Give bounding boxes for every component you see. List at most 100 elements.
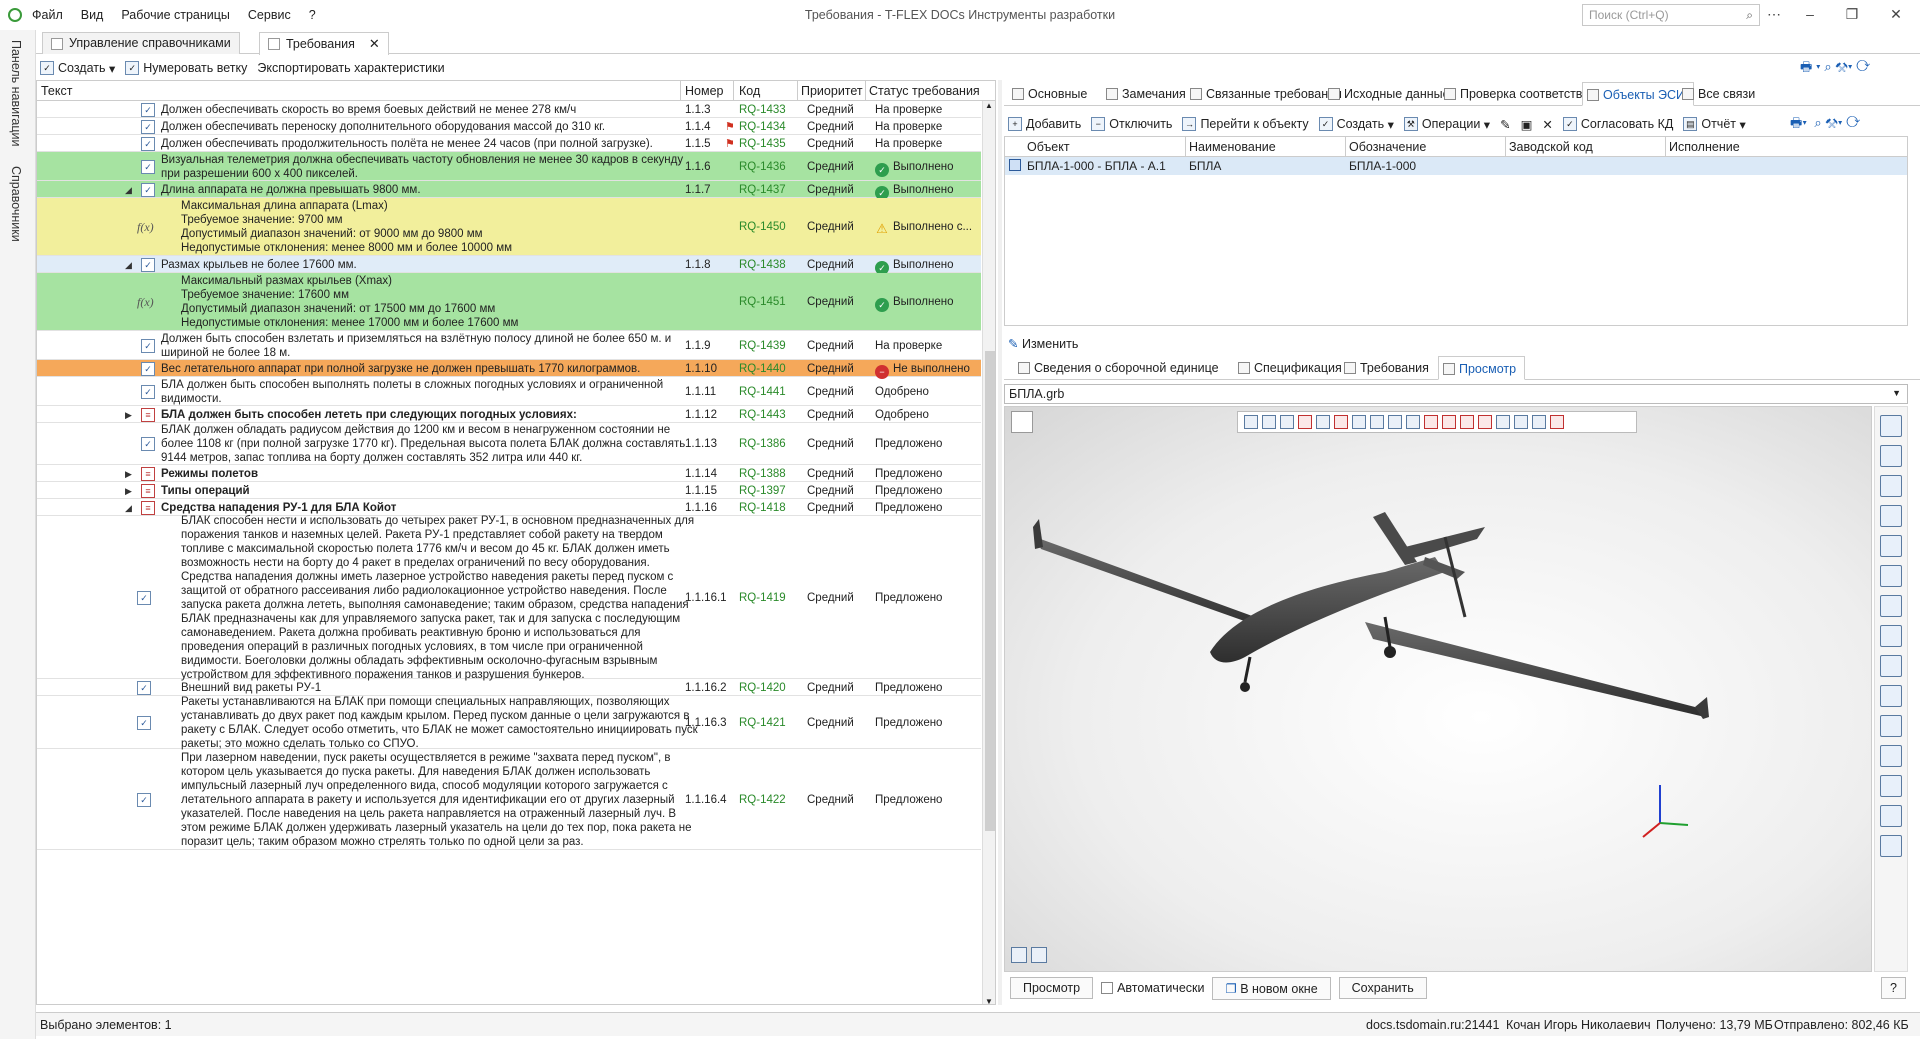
tab-assembly-info[interactable]: Сведения о сборочной единице <box>1014 356 1227 380</box>
more-icon[interactable]: ⋯ <box>1764 6 1784 23</box>
restore-button[interactable]: ❐ <box>1842 6 1862 23</box>
requirement-code[interactable]: RQ-1438 <box>739 258 786 272</box>
menu-file[interactable]: Файл <box>32 8 63 22</box>
close-button[interactable]: ✕ <box>1886 6 1906 23</box>
expand-icon[interactable]: ▶ <box>125 467 132 481</box>
requirement-code[interactable]: RQ-1421 <box>739 716 786 730</box>
zoom-icon[interactable] <box>1880 475 1902 497</box>
wireframe-icon[interactable] <box>1880 715 1902 737</box>
column-priority[interactable]: Приоритет <box>801 84 863 98</box>
settings-icon[interactable]: ⚒ <box>1835 59 1848 74</box>
column-code[interactable]: Код <box>739 84 760 98</box>
scroll-up-icon[interactable]: ▲ <box>985 101 993 110</box>
settings-icon[interactable]: ⚒ <box>1825 115 1838 130</box>
tab-main[interactable]: Основные <box>1008 82 1095 106</box>
table-row[interactable]: ✓ БЛА должен быть способен выполнять поле… <box>37 377 981 406</box>
goto-button[interactable]: → Перейти к объекту <box>1182 117 1309 131</box>
expand-icon[interactable]: ◢ <box>125 183 132 197</box>
requirement-code[interactable]: RQ-1418 <box>739 501 786 515</box>
print-icon[interactable]: 🖶 <box>1790 115 1802 130</box>
shade-icon[interactable] <box>1880 775 1902 797</box>
references-tab[interactable]: Справочники <box>9 166 23 242</box>
number-branch-button[interactable]: ✓ Нумеровать ветку <box>125 61 247 75</box>
requirement-code[interactable]: RQ-1420 <box>739 681 786 695</box>
refresh-icon[interactable]: ⟳ <box>1856 59 1870 74</box>
table-row[interactable]: ▶ ≡ Типы операций 1.1.15 RQ-1397 Средний Предл… <box>37 482 981 499</box>
agree-kd-button[interactable]: ✓ Согласовать КД <box>1562 117 1673 131</box>
table-row[interactable]: ✓ Должен обеспечивать скорость во время б… <box>37 101 981 118</box>
pan-icon[interactable] <box>1880 565 1902 587</box>
cube-check-icon[interactable] <box>1880 655 1902 677</box>
column-factory-code[interactable]: Заводской код <box>1509 140 1593 154</box>
refresh-icon[interactable]: ⟳ <box>1846 115 1860 130</box>
render-icon[interactable] <box>1880 805 1902 827</box>
create-object-button[interactable]: ✓ Создать ▾ <box>1318 117 1394 132</box>
tab-reference-management[interactable]: Управление справочниками <box>42 32 240 54</box>
plane-icon[interactable] <box>1880 685 1902 707</box>
requirement-code[interactable]: RQ-1386 <box>739 437 786 451</box>
grid-scrollbar[interactable]: ▲ ▼ <box>982 101 995 1004</box>
table-row[interactable]: ✓ Должен обеспечивать продолжительность п… <box>37 135 981 152</box>
find-icon[interactable]: ⌕ <box>1814 115 1821 130</box>
panels-icon[interactable] <box>1880 415 1902 437</box>
menu-workpages[interactable]: Рабочие страницы <box>121 8 230 22</box>
delete-icon[interactable]: ✕ <box>1542 117 1552 132</box>
menu-service[interactable]: Сервис <box>248 8 291 22</box>
requirement-code[interactable]: RQ-1435 <box>739 137 786 151</box>
table-row[interactable]: БПЛА-1-000 - БПЛА - А.1 БПЛА БПЛА-1-000 <box>1005 157 1907 175</box>
table-row[interactable]: ▶ ≡ Режимы полетов 1.1.14 RQ-1388 Средний Пред… <box>37 465 981 482</box>
requirement-code[interactable]: RQ-1443 <box>739 408 786 422</box>
panel-splitter[interactable] <box>998 80 1002 1005</box>
table-row[interactable]: ✓ Визуальная телеметрия должна обеспечива… <box>37 152 981 181</box>
column-name[interactable]: Наименование <box>1189 140 1276 154</box>
table-row[interactable]: ✓ Должен обеспечивать переноску дополните… <box>37 118 981 135</box>
requirement-code[interactable]: RQ-1434 <box>739 120 786 134</box>
export-button[interactable]: Экспортировать характеристики <box>257 61 444 75</box>
edit-icon[interactable]: ✎ <box>1500 117 1510 132</box>
tab-specification[interactable]: Спецификация <box>1234 356 1350 380</box>
table-row[interactable]: f(x) Максимальный размах крыльев (Xmax) Т… <box>37 273 981 331</box>
close-tab-icon[interactable]: ✕ <box>369 36 380 51</box>
tab-all-links[interactable]: Все связи <box>1678 82 1763 106</box>
operations-button[interactable]: ⚒ Операции ▾ <box>1403 117 1490 132</box>
add-button[interactable]: + Добавить <box>1008 117 1081 131</box>
column-status[interactable]: Статус требования <box>869 84 980 98</box>
table-row[interactable]: ✓ Внешний вид ракеты РУ-1 1.1.16.2 RQ-1420 С… <box>37 679 981 696</box>
requirement-code[interactable]: RQ-1397 <box>739 484 786 498</box>
table-row[interactable]: ✓ БЛАК способен нести и использовать до ч… <box>37 515 981 681</box>
requirement-code[interactable]: RQ-1439 <box>739 339 786 353</box>
column-designation[interactable]: Обозначение <box>1349 140 1426 154</box>
menu-view[interactable]: Вид <box>81 8 104 22</box>
auto-checkbox[interactable]: Автоматически <box>1101 981 1204 995</box>
new-window-button[interactable]: ❐ В новом окне <box>1212 976 1331 1000</box>
help-button[interactable]: ? <box>1881 977 1906 999</box>
tab-source-data[interactable]: Исходные данные <box>1324 82 1458 106</box>
table-row[interactable]: ▶ ≡ БЛА должен быть способен лететь при сл… <box>37 406 981 423</box>
save-button[interactable]: Сохранить <box>1338 977 1427 999</box>
minimize-button[interactable]: – <box>1800 6 1820 22</box>
requirement-code[interactable]: RQ-1419 <box>739 591 786 605</box>
create-button[interactable]: ✓ Создать ▾ <box>40 61 115 76</box>
requirement-code[interactable]: RQ-1388 <box>739 467 786 481</box>
table-row[interactable]: ◢ ✓ Размах крыльев не более 17600 мм. 1.1.8… <box>37 256 981 275</box>
column-text[interactable]: Текст <box>41 84 72 98</box>
search-input[interactable]: Поиск (Ctrl+Q) ⌕ <box>1582 4 1760 26</box>
tab-bottom-requirements[interactable]: Требования <box>1340 356 1437 380</box>
cube-icon[interactable] <box>1880 625 1902 647</box>
edit-button[interactable]: ✎ Изменить <box>1008 336 1078 351</box>
requirement-code[interactable]: RQ-1440 <box>739 362 786 376</box>
tab-compliance[interactable]: Проверка соответствия <box>1440 82 1604 106</box>
save-icon[interactable]: ▣ <box>1521 117 1533 132</box>
table-row[interactable]: ✓ БЛАК должен обладать радиусом действия … <box>37 423 981 465</box>
requirement-code[interactable]: RQ-1441 <box>739 385 786 399</box>
tab-requirements[interactable]: Требования ✕ <box>259 32 389 55</box>
detach-button[interactable]: − Отключить <box>1091 117 1172 131</box>
requirement-code[interactable]: RQ-1422 <box>739 793 786 807</box>
measure-icon[interactable] <box>1880 595 1902 617</box>
expand-icon[interactable]: ▶ <box>125 484 132 498</box>
model-viewport[interactable] <box>1004 406 1872 972</box>
requirement-code[interactable]: RQ-1436 <box>739 160 786 174</box>
table-row[interactable]: ✓ Вес летательного аппарат при полной заг… <box>37 360 981 379</box>
zoom-in-icon[interactable] <box>1880 505 1902 527</box>
table-row[interactable]: ◢ ✓ Длина аппарата не должна превышать 980… <box>37 181 981 200</box>
